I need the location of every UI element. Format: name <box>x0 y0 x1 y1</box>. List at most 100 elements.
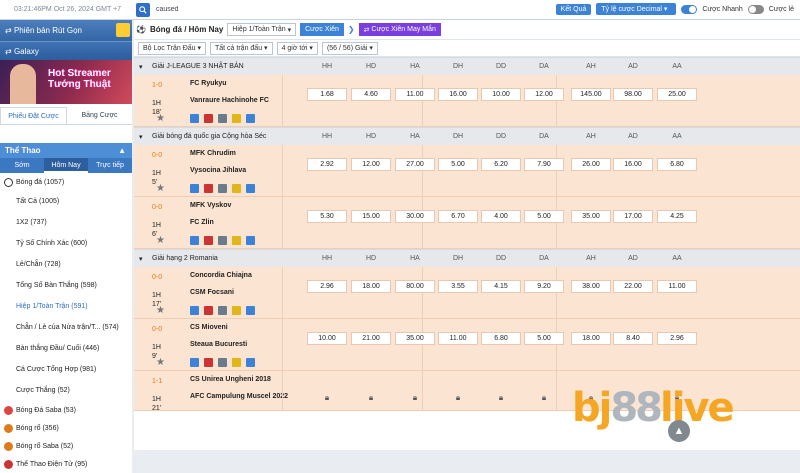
odds-cell[interactable]: 35.00 <box>395 332 435 345</box>
galaxy-button[interactable]: ⇄ Galaxy <box>0 41 132 60</box>
stats-icon[interactable] <box>204 236 213 245</box>
tab-early[interactable]: Sớm <box>0 158 44 173</box>
star-icon[interactable] <box>190 306 199 315</box>
chart-icon[interactable] <box>246 114 255 123</box>
odds-cell[interactable]: 80.00 <box>395 280 435 293</box>
odds-cell[interactable]: 25.00 <box>657 88 697 101</box>
odds-cell[interactable]: 18.00 <box>351 280 391 293</box>
odds-cell[interactable]: 11.00 <box>395 88 435 101</box>
parlay-button[interactable]: Cược Xiên <box>300 23 344 36</box>
star-icon[interactable] <box>190 184 199 193</box>
league-header[interactable]: ▾ Giải hạng 2 Romania HH HD HA DH DD DA AH AD AA <box>134 249 800 267</box>
chart-icon[interactable] <box>246 184 255 193</box>
odds-cell[interactable]: 4.00 <box>481 210 521 223</box>
odds-cell[interactable]: 5.00 <box>524 332 564 345</box>
league-count-select[interactable]: (56 / 56) Giải ▾ <box>321 41 378 55</box>
period-select[interactable]: Hiệp 1/Toàn Trận ▾ <box>227 23 297 36</box>
live-icon[interactable] <box>232 306 241 315</box>
quick-bet-toggle[interactable] <box>681 4 698 14</box>
odds-cell[interactable]: 12.00 <box>524 88 564 101</box>
menu-item[interactable]: Chẵn / Lẻ của Nửa trận/T... (574) <box>0 317 132 338</box>
streamer-banner[interactable]: Hot Streamer Tướng Thuật <box>0 60 132 104</box>
odds-cell[interactable]: 6.80 <box>481 332 521 345</box>
odds-cell[interactable]: 35.00 <box>571 210 611 223</box>
odds-type-select[interactable]: Tỷ lệ cược Decimal ▾ <box>596 3 677 15</box>
odds-cell[interactable]: 10.00 <box>481 88 521 101</box>
odds-cell[interactable]: 22.00 <box>613 280 653 293</box>
search-icon[interactable] <box>136 2 150 17</box>
star-icon[interactable] <box>190 358 199 367</box>
list-icon[interactable] <box>218 306 227 315</box>
odds-cell[interactable]: 1.68 <box>307 88 347 101</box>
odds-cell[interactable]: 16.00 <box>438 88 478 101</box>
menu-item-active[interactable]: Hiệp 1/Toàn Trận (591) <box>0 296 132 317</box>
menu-item[interactable]: 1X2 (737) <box>0 212 132 233</box>
odds-cell[interactable]: 4.15 <box>481 280 521 293</box>
odds-cell[interactable]: 8.40 <box>613 332 653 345</box>
odds-cell[interactable]: 7.90 <box>524 158 564 171</box>
chevron-down-icon[interactable]: ▾ <box>139 255 143 263</box>
menu-item[interactable]: Bóng đá (1057) <box>0 173 132 191</box>
odds-cell[interactable]: 30.00 <box>395 210 435 223</box>
menu-item[interactable]: Cá Cược Tổng Hợp (981) <box>0 359 132 380</box>
time-range-select[interactable]: 4 giờ tới ▾ <box>276 41 318 55</box>
menu-item[interactable]: Tổng Số Bàn Thắng (598) <box>0 275 132 296</box>
odds-cell[interactable]: 2.96 <box>307 280 347 293</box>
league-header[interactable]: ▾ Giải J-LEAGUE 3 NHẬT BẢN HH HD HA DH DD DA AH A… <box>134 57 800 75</box>
tab-today[interactable]: Hôm Nay <box>44 158 88 173</box>
chart-icon[interactable] <box>246 358 255 367</box>
favorite-star-icon[interactable]: ★ <box>156 183 165 194</box>
odds-cell[interactable]: 6.80 <box>657 158 697 171</box>
list-icon[interactable] <box>218 236 227 245</box>
odds-cell[interactable]: 11.00 <box>657 280 697 293</box>
star-icon[interactable] <box>190 114 199 123</box>
menu-item[interactable]: Tỷ Số Chính Xác (600) <box>0 233 132 254</box>
odds-cell[interactable]: 2.92 <box>307 158 347 171</box>
live-icon[interactable] <box>232 358 241 367</box>
menu-item[interactable]: Cược Thắng (52) <box>0 380 132 401</box>
favorite-star-icon[interactable]: ★ <box>156 235 165 246</box>
odds-cell[interactable]: 98.00 <box>613 88 653 101</box>
live-icon[interactable] <box>232 114 241 123</box>
odds-cell[interactable]: 4.25 <box>657 210 697 223</box>
live-icon[interactable] <box>232 236 241 245</box>
single-bet-toggle[interactable] <box>747 4 764 14</box>
chart-icon[interactable] <box>246 236 255 245</box>
odds-cell[interactable]: 9.20 <box>524 280 564 293</box>
menu-item[interactable]: Bàn thắng Đầu/ Cuối (446) <box>0 338 132 359</box>
stats-icon[interactable] <box>204 358 213 367</box>
odds-cell[interactable]: 5.00 <box>524 210 564 223</box>
odds-cell[interactable]: 6.20 <box>481 158 521 171</box>
odds-cell[interactable]: 3.55 <box>438 280 478 293</box>
odds-cell[interactable]: 11.00 <box>438 332 478 345</box>
odds-cell[interactable]: 15.00 <box>351 210 391 223</box>
league-header[interactable]: ▾ Giải bóng đá quốc gia Cộng hòa Séc HH HD H… <box>134 127 800 145</box>
stats-icon[interactable] <box>204 114 213 123</box>
odds-cell[interactable]: 4.60 <box>351 88 391 101</box>
search-input[interactable] <box>150 6 250 13</box>
lite-version-button[interactable]: ⇄ Phiên bản Rút Gọn <box>0 20 132 41</box>
odds-cell[interactable]: 145.00 <box>571 88 611 101</box>
menu-item[interactable]: Lẻ/Chẵn (728) <box>0 254 132 275</box>
odds-cell[interactable]: 2.96 <box>657 332 697 345</box>
favorite-star-icon[interactable]: ★ <box>156 357 165 368</box>
match-filter-select[interactable]: Bộ Lọc Trận Đấu ▾ <box>138 41 206 55</box>
list-icon[interactable] <box>218 358 227 367</box>
tab-betslip[interactable]: Phiếu Đặt Cược <box>0 107 67 124</box>
odds-cell[interactable]: 18.00 <box>571 332 611 345</box>
chevron-down-icon[interactable]: ▾ <box>139 63 143 71</box>
star-icon[interactable] <box>190 236 199 245</box>
menu-item[interactable]: Bóng Đá Saba (53) <box>0 401 132 419</box>
odds-cell[interactable]: 38.00 <box>571 280 611 293</box>
odds-cell[interactable]: 6.70 <box>438 210 478 223</box>
lucky-parlay-button[interactable]: ⇄ Cược Xiên May Mắn <box>358 23 441 36</box>
all-matches-select[interactable]: Tất cả trận đấu ▾ <box>210 41 273 55</box>
odds-cell[interactable]: 16.00 <box>613 158 653 171</box>
odds-cell[interactable]: 21.00 <box>351 332 391 345</box>
odds-cell[interactable]: 10.00 <box>307 332 347 345</box>
tab-mybets[interactable]: Bảng Cược <box>67 107 132 124</box>
favorite-star-icon[interactable]: ★ <box>156 113 165 124</box>
odds-cell[interactable]: 5.00 <box>438 158 478 171</box>
scroll-top-button[interactable]: ▲ <box>668 420 690 442</box>
odds-cell[interactable]: 12.00 <box>351 158 391 171</box>
